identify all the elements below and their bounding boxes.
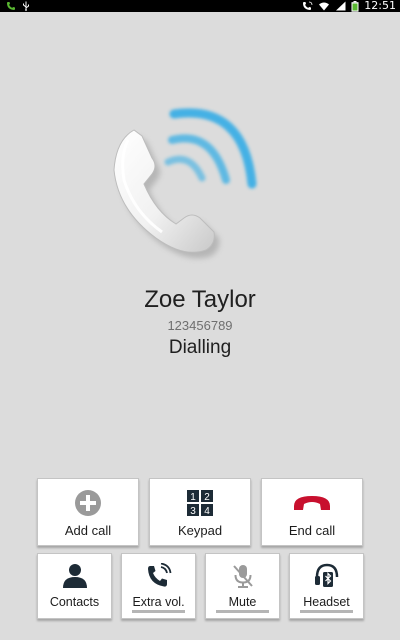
caller-number: 123456789 [167,318,233,333]
toggle-indicator [300,610,353,613]
dialling-phone-icon [113,108,257,259]
keypad-icon: 1 2 3 4 [187,490,213,516]
contacts-button[interactable]: Contacts [37,553,112,619]
mute-microphone-icon [232,565,253,588]
headset-label: Headset [303,595,350,609]
extra-volume-icon [147,563,171,587]
add-call-button[interactable]: Add call [37,478,139,546]
status-bar-left [6,0,31,12]
extra-volume-label: Extra vol. [132,595,185,609]
usb-icon [23,1,29,11]
end-call-button[interactable]: End call [261,478,363,546]
add-call-label: Add call [64,523,112,538]
wifi-icon [319,2,330,11]
keypad-digit: 2 [204,492,210,503]
end-call-label: End call [288,523,336,538]
keypad-button[interactable]: 1 2 3 4 Keypad [149,478,251,546]
contacts-icon [62,564,87,588]
toggle-indicator [132,610,185,613]
call-active-icon [303,1,313,10]
call-status: Dialling [168,337,232,358]
headset-button[interactable]: Headset [289,553,364,619]
signal-wave-icon [164,108,257,189]
status-bar-right: 12:51 [302,0,396,12]
call-icon [7,2,15,10]
status-time: 12:51 [364,0,396,12]
mute-button[interactable]: Mute [205,553,280,619]
contacts-label: Contacts [49,595,100,609]
toggle-indicator [216,610,269,613]
keypad-label: Keypad [177,523,223,538]
keypad-digit: 3 [190,506,196,516]
mute-label: Mute [228,595,257,609]
extra-volume-button[interactable]: Extra vol. [121,553,196,619]
add-call-icon [75,490,101,516]
keypad-digit: 4 [204,506,210,516]
battery-icon [351,0,359,12]
status-bar: 12:51 [0,0,400,12]
signal-icon [336,1,346,11]
caller-name: Zoe Taylor [144,286,256,313]
bluetooth-headset-icon [314,563,338,587]
end-call-icon [294,496,330,510]
keypad-digit: 1 [190,492,196,503]
